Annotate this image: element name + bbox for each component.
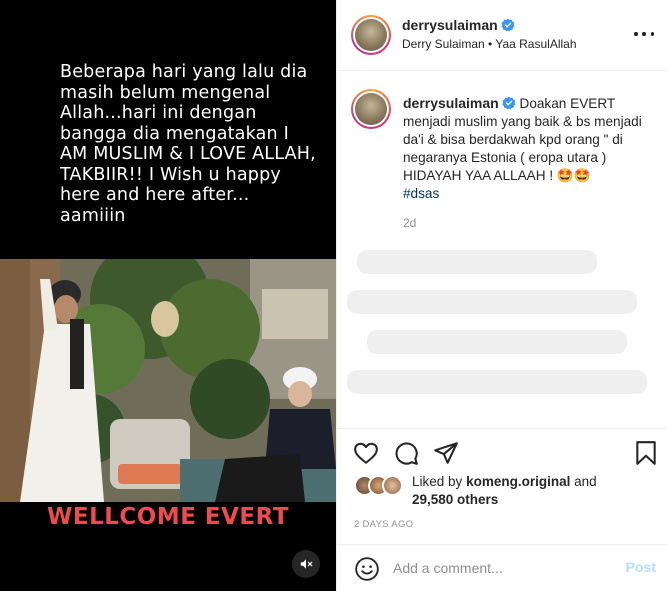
video-frame (0, 259, 336, 502)
speaker-muted-icon (300, 559, 313, 569)
share-button[interactable] (433, 440, 459, 466)
media-caption-text: Beberapa hari yang lalu dia masih belum … (60, 62, 316, 226)
verified-badge-icon (501, 18, 515, 32)
add-comment-bar: Post (337, 544, 667, 591)
faded-background-text (347, 240, 658, 430)
post-date[interactable]: 2 DAYS AGO (354, 519, 413, 530)
post-comment-button[interactable]: Post (626, 559, 656, 575)
bookmark-icon (636, 441, 656, 465)
save-button[interactable] (633, 440, 659, 466)
like-button[interactable] (353, 440, 379, 466)
post-actions: Liked by komeng.original and 29,580 othe… (337, 428, 667, 530)
liked-and-label: and (574, 474, 597, 489)
liked-by-label: Liked by (412, 474, 463, 489)
likes-count[interactable]: 29,580 others (412, 492, 498, 507)
more-options-icon (634, 32, 638, 36)
mute-toggle-button[interactable] (292, 550, 320, 578)
avatar[interactable] (382, 475, 403, 496)
likes-text: Liked by komeng.original and 29,580 othe… (412, 473, 597, 509)
emoji-smile-icon (355, 557, 379, 581)
post-header: derrysulaiman Derry Sulaiman • Yaa Rasul… (337, 0, 667, 71)
likes-summary: Liked by komeng.original and 29,580 othe… (354, 473, 654, 507)
post-media[interactable]: Beberapa hari yang lalu dia masih belum … (0, 0, 336, 591)
header-username-row: derrysulaiman (402, 17, 515, 33)
heart-icon (354, 442, 378, 464)
header-username[interactable]: derrysulaiman (402, 17, 498, 33)
hashtag-link[interactable]: #dsas (403, 186, 439, 201)
avatar[interactable] (351, 15, 391, 55)
comment-bubble-icon (395, 442, 418, 465)
comment-age[interactable]: 2d (403, 216, 416, 230)
comment-username[interactable]: derrysulaiman (403, 95, 499, 111)
comment-input[interactable] (393, 557, 613, 579)
video-scene-image (0, 259, 336, 502)
liked-by-user[interactable]: komeng.original (466, 474, 570, 489)
emoji-button[interactable] (354, 556, 380, 582)
comment-button[interactable] (393, 440, 419, 466)
paper-plane-icon (434, 442, 458, 464)
post-sidebar: derrysulaiman Derry Sulaiman • Yaa Rasul… (336, 0, 667, 591)
verified-badge-icon (502, 96, 516, 110)
avatar[interactable] (351, 89, 391, 129)
header-subline[interactable]: Derry Sulaiman • Yaa RasulAllah (402, 37, 577, 51)
media-banner-text: WELLCOME EVERT (46, 504, 290, 530)
caption-text-block: derrysulaiman Doakan EVERT menjadi musli… (403, 94, 653, 203)
more-options-button[interactable] (634, 26, 654, 42)
